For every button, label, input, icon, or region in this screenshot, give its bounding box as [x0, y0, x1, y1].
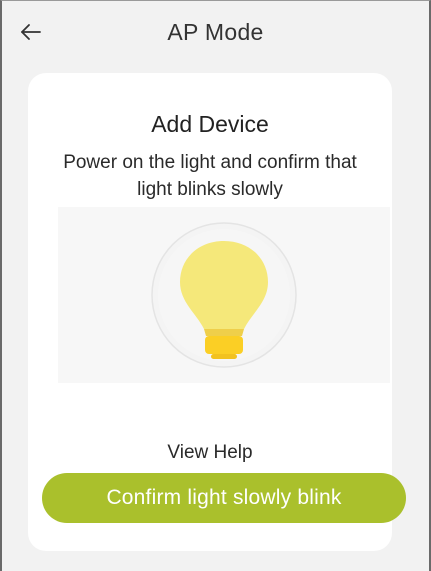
page-title: AP Mode	[167, 19, 264, 45]
instruction-text: Power on the light and confirm that ligh…	[63, 152, 357, 200]
light-bulb-illustration	[58, 207, 390, 383]
ap-mode-screen: AP Mode Add Device Power on the light an…	[0, 0, 431, 571]
light-bulb-icon	[151, 222, 297, 368]
confirm-blink-button[interactable]: Confirm light slowly blink	[42, 473, 406, 523]
add-device-card: Add Device Power on the light and confir…	[28, 73, 406, 551]
view-help-link[interactable]: View Help	[28, 442, 392, 464]
top-bar: AP Mode	[2, 1, 429, 63]
card-heading: Add Device	[151, 111, 269, 137]
